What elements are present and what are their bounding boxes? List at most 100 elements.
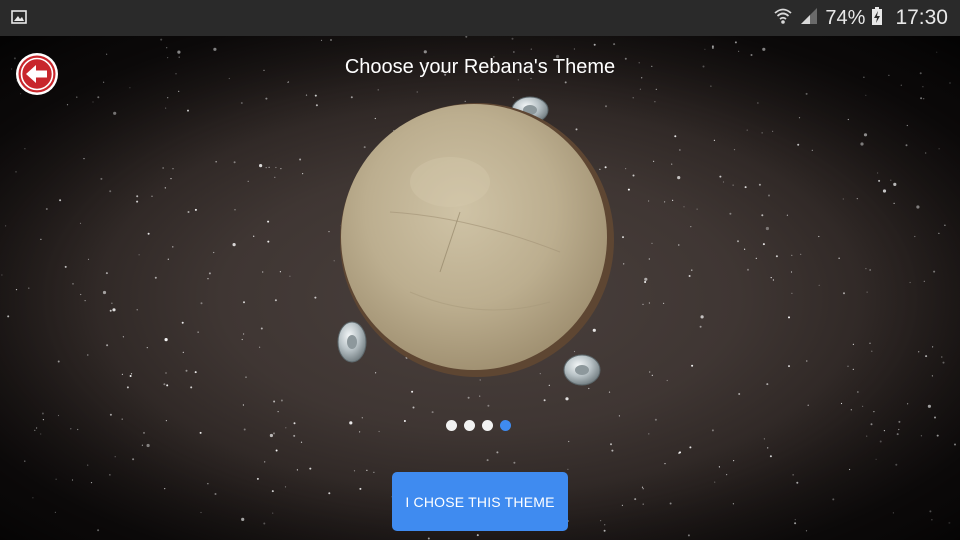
- star: [431, 411, 434, 414]
- star: [200, 302, 203, 305]
- star: [487, 404, 490, 407]
- star: [690, 226, 692, 228]
- star: [704, 48, 706, 50]
- star: [788, 316, 790, 319]
- star: [914, 235, 916, 238]
- star: [530, 48, 532, 50]
- star: [361, 417, 363, 419]
- star: [654, 101, 656, 103]
- star: [679, 149, 681, 151]
- star: [121, 373, 123, 375]
- star: [182, 351, 184, 353]
- star: [565, 397, 569, 401]
- star: [798, 117, 801, 119]
- star: [909, 281, 911, 284]
- star: [611, 449, 614, 452]
- page-dot[interactable]: [464, 420, 475, 431]
- star: [5, 225, 7, 227]
- star: [256, 477, 259, 480]
- star: [627, 188, 630, 191]
- star: [933, 270, 936, 273]
- star: [264, 461, 266, 463]
- star: [920, 435, 923, 437]
- choose-theme-button[interactable]: I CHOSE THIS THEME: [392, 472, 568, 531]
- star: [744, 186, 747, 189]
- star: [762, 243, 765, 246]
- star: [765, 226, 770, 231]
- star: [863, 133, 868, 137]
- star: [768, 194, 770, 197]
- star: [871, 350, 873, 352]
- star: [873, 411, 875, 413]
- star: [163, 383, 166, 386]
- star: [265, 167, 267, 169]
- star: [194, 371, 197, 374]
- star: [165, 372, 167, 374]
- star: [890, 179, 892, 181]
- star: [757, 102, 759, 104]
- star: [543, 399, 546, 402]
- star: [165, 107, 167, 109]
- star: [927, 404, 932, 408]
- star: [651, 374, 653, 376]
- star: [718, 466, 721, 468]
- star: [1, 274, 3, 276]
- star: [36, 427, 38, 429]
- star: [719, 175, 722, 178]
- rebana-drum-image[interactable]: [330, 92, 620, 392]
- star: [664, 463, 666, 465]
- star: [275, 449, 278, 452]
- star: [172, 168, 174, 170]
- star: [105, 272, 108, 275]
- star: [696, 208, 698, 210]
- star: [714, 481, 716, 483]
- star: [42, 419, 45, 421]
- star: [893, 182, 897, 186]
- star: [513, 461, 516, 464]
- star: [878, 179, 881, 182]
- star: [790, 271, 793, 273]
- page-title: Choose your Rebana's Theme: [344, 56, 616, 78]
- star: [114, 456, 116, 458]
- star: [925, 355, 928, 358]
- star: [83, 158, 85, 160]
- star: [280, 399, 283, 402]
- star: [268, 166, 270, 168]
- star: [869, 269, 871, 271]
- star: [132, 458, 135, 461]
- star: [905, 144, 908, 147]
- page-dot-active[interactable]: [500, 420, 511, 431]
- star: [273, 400, 276, 403]
- star: [722, 181, 725, 183]
- star: [164, 488, 166, 490]
- star: [603, 529, 606, 532]
- star: [870, 423, 873, 426]
- star: [330, 39, 332, 41]
- star: [377, 89, 379, 91]
- star: [24, 148, 26, 150]
- star: [353, 470, 356, 472]
- page-dot[interactable]: [482, 420, 493, 431]
- star: [328, 492, 331, 495]
- star: [678, 244, 680, 246]
- star: [641, 486, 644, 488]
- star: [243, 301, 245, 304]
- star: [671, 163, 673, 165]
- star: [109, 309, 112, 312]
- star: [77, 428, 79, 431]
- star: [71, 479, 74, 481]
- star: [663, 302, 665, 304]
- star: [293, 422, 296, 425]
- star: [805, 92, 808, 95]
- star: [800, 253, 802, 255]
- star: [931, 519, 933, 521]
- star: [744, 248, 746, 250]
- star: [852, 343, 855, 345]
- battery-charging-icon: [871, 6, 883, 31]
- page-dot[interactable]: [446, 420, 457, 431]
- star: [936, 434, 939, 437]
- star: [259, 164, 263, 168]
- star: [761, 214, 764, 217]
- star: [273, 432, 275, 435]
- star: [80, 293, 82, 296]
